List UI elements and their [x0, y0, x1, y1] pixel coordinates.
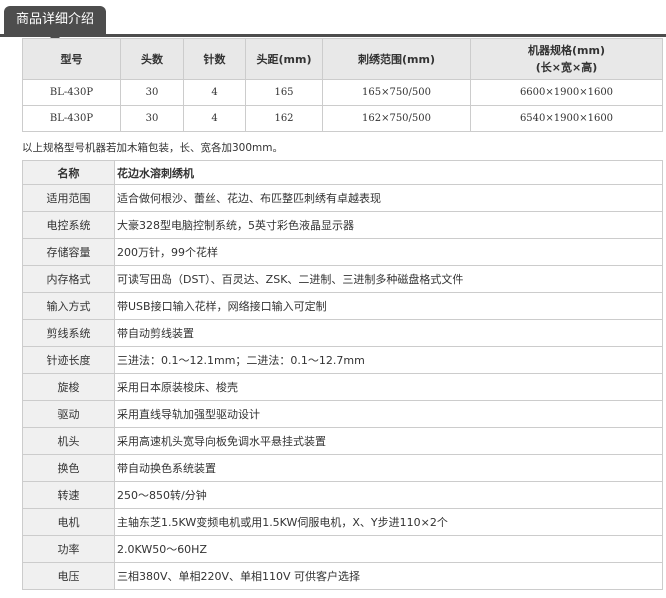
spec-cell: 162: [245, 105, 323, 132]
tab-bar: 商品详细介绍: [0, 0, 666, 42]
param-value: 主轴东芝1.5KW变频电机或用1.5KW伺服电机，X、Y步进110×2个: [114, 508, 663, 536]
machine-size-subtitle: (长×宽×高): [535, 61, 598, 74]
packaging-note: 以上规格型号机器若加木箱包装，长、宽各加300mm。: [22, 142, 283, 154]
spec-table-row: BL-430P 30 4 165 165×750/500 6600×1900×1…: [22, 79, 663, 106]
params-header-key: 名称: [22, 160, 115, 185]
param-key: 针迹长度: [22, 346, 115, 374]
table-row: 内存格式 可读写田岛（DST）、百灵达、ZSK、二进制、三进制多种磁盘格式文件: [22, 265, 663, 293]
spec-header-heads: 头数: [120, 38, 184, 80]
table-row: 功率 2.0KW50～60HZ: [22, 535, 663, 563]
table-row: 输入方式 带USB接口输入花样，网络接口输入可定制: [22, 292, 663, 320]
spec-header-embroidery-range: 刺绣范围(mm): [322, 38, 471, 80]
param-value: 三相380V、单相220V、单相110V 可供客户选择: [114, 562, 663, 590]
param-value: 适合做何根沙、蕾丝、花边、布匹整匹刺绣有卓越表现: [114, 184, 663, 212]
param-key: 剪线系统: [22, 319, 115, 347]
table-row: 电机 主轴东芝1.5KW变频电机或用1.5KW伺服电机，X、Y步进110×2个: [22, 508, 663, 536]
spec-table-header: 型号 头数 针数 头距(mm) 刺绣范围(mm) 机器规格(mm) (长×宽×高…: [22, 38, 663, 80]
param-key: 旋梭: [22, 373, 115, 401]
param-key: 内存格式: [22, 265, 115, 293]
param-key: 机头: [22, 427, 115, 455]
param-value: 可读写田岛（DST）、百灵达、ZSK、二进制、三进制多种磁盘格式文件: [114, 265, 663, 293]
table-row: 针迹长度 三进法：0.1～12.1mm；二进法：0.1～12.7mm: [22, 346, 663, 374]
spec-cell: 165×750/500: [322, 79, 471, 106]
param-key: 输入方式: [22, 292, 115, 320]
param-value: 带自动剪线装置: [114, 319, 663, 347]
param-value: 三进法：0.1～12.1mm；二进法：0.1～12.7mm: [114, 346, 663, 374]
spec-table: 型号 头数 针数 头距(mm) 刺绣范围(mm) 机器规格(mm) (长×宽×高…: [22, 38, 663, 132]
spec-cell: 30: [120, 105, 184, 132]
param-key: 驱动: [22, 400, 115, 428]
spec-cell: 165: [245, 79, 323, 106]
param-value: 大豪328型电脑控制系统，5英寸彩色液晶显示器: [114, 211, 663, 239]
table-row: 驱动 采用直线导轨加强型驱动设计: [22, 400, 663, 428]
table-row: 剪线系统 带自动剪线装置: [22, 319, 663, 347]
table-row: 存储容量 200万针，99个花样: [22, 238, 663, 266]
spec-cell: 4: [183, 79, 246, 106]
param-key: 存储容量: [22, 238, 115, 266]
param-key: 电压: [22, 562, 115, 590]
params-header-value: 花边水溶刺绣机: [114, 160, 663, 185]
params-header-row: 名称 花边水溶刺绣机: [22, 160, 663, 185]
table-row: 机头 采用高速机头宽导向板免调水平悬挂式装置: [22, 427, 663, 455]
param-value: 200万针，99个花样: [114, 238, 663, 266]
spec-header-model: 型号: [22, 38, 121, 80]
machine-size-title: 机器规格(mm): [528, 44, 605, 57]
param-key: 适用范围: [22, 184, 115, 212]
spec-header-needles: 针数: [183, 38, 246, 80]
param-key: 转速: [22, 481, 115, 509]
spec-cell: BL-430P: [22, 105, 121, 132]
spec-header-head-distance: 头距(mm): [245, 38, 323, 80]
param-value: 带自动换色系统装置: [114, 454, 663, 482]
params-table: 名称 花边水溶刺绣机 适用范围 适合做何根沙、蕾丝、花边、布匹整匹刺绣有卓越表现 …: [22, 160, 663, 590]
spec-cell: 6540×1900×1600: [470, 105, 663, 132]
param-key: 换色: [22, 454, 115, 482]
table-row: 电控系统 大豪328型电脑控制系统，5英寸彩色液晶显示器: [22, 211, 663, 239]
table-row: 转速 250～850转/分钟: [22, 481, 663, 509]
spec-cell: 4: [183, 105, 246, 132]
param-key: 电机: [22, 508, 115, 536]
param-value: 2.0KW50～60HZ: [114, 535, 663, 563]
param-value: 采用高速机头宽导向板免调水平悬挂式装置: [114, 427, 663, 455]
table-row: 换色 带自动换色系统装置: [22, 454, 663, 482]
table-row: 适用范围 适合做何根沙、蕾丝、花边、布匹整匹刺绣有卓越表现: [22, 184, 663, 212]
table-row: 旋梭 采用日本原装梭床、梭壳: [22, 373, 663, 401]
param-key: 功率: [22, 535, 115, 563]
spec-cell: 30: [120, 79, 184, 106]
param-key: 电控系统: [22, 211, 115, 239]
spec-cell: 162×750/500: [322, 105, 471, 132]
spec-header-machine-size: 机器规格(mm) (长×宽×高): [470, 38, 663, 80]
tab-product-details[interactable]: 商品详细介绍: [4, 6, 107, 42]
table-row: 电压 三相380V、单相220V、单相110V 可供客户选择: [22, 562, 663, 590]
spec-cell: 6600×1900×1600: [470, 79, 663, 106]
param-value: 采用直线导轨加强型驱动设计: [114, 400, 663, 428]
param-value: 带USB接口输入花样，网络接口输入可定制: [114, 292, 663, 320]
spec-table-row: BL-430P 30 4 162 162×750/500 6540×1900×1…: [22, 105, 663, 132]
spec-cell: BL-430P: [22, 79, 121, 106]
param-value: 250～850转/分钟: [114, 481, 663, 509]
param-value: 采用日本原装梭床、梭壳: [114, 373, 663, 401]
